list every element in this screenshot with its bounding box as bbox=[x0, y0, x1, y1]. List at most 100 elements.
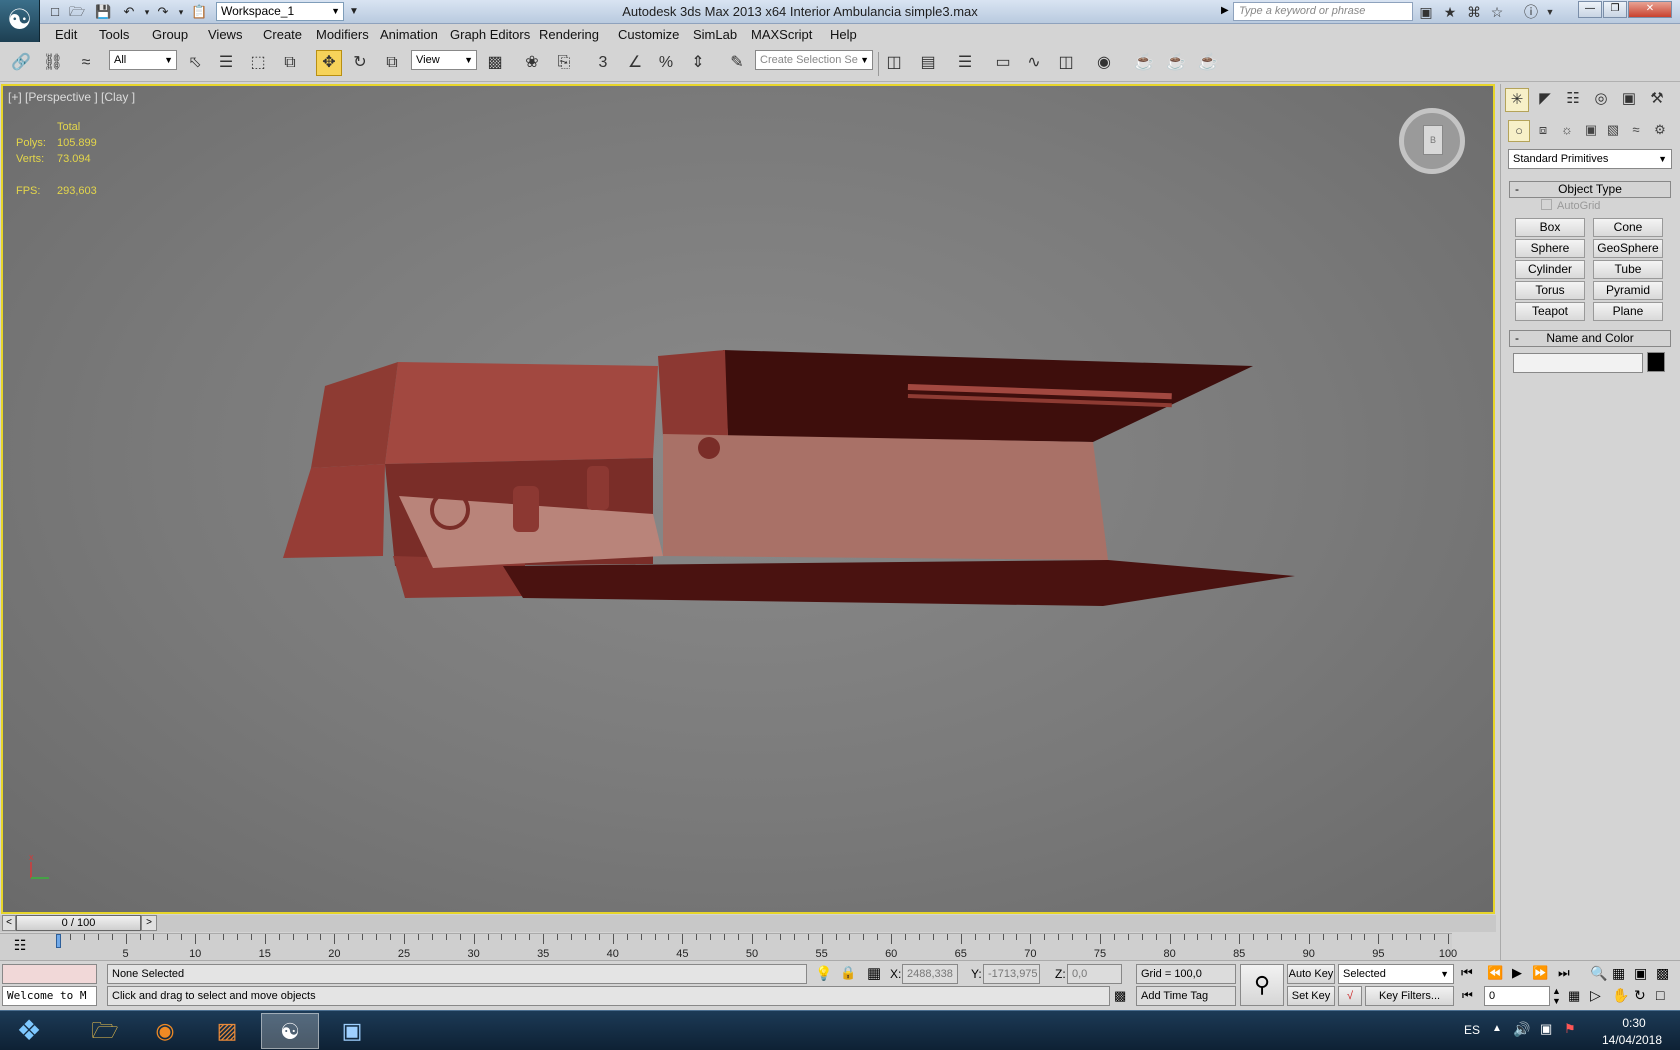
volume-icon[interactable]: 🔊 bbox=[1513, 1021, 1530, 1038]
app-logo-button[interactable]: ☯ bbox=[0, 0, 40, 42]
clock-date[interactable]: 14/04/2018 bbox=[1592, 1033, 1672, 1047]
percent-snap-icon[interactable]: % bbox=[653, 50, 679, 76]
tube-button[interactable]: Tube bbox=[1593, 260, 1663, 279]
window-crossing-icon[interactable]: ⧉ bbox=[277, 50, 303, 76]
pyramid-button[interactable]: Pyramid bbox=[1593, 281, 1663, 300]
quick-access-menu-icon[interactable]: ▼ bbox=[345, 3, 363, 21]
go-to-start-icon[interactable]: ⏮ bbox=[1461, 965, 1473, 981]
maximize-button[interactable]: ❐ bbox=[1603, 1, 1627, 18]
time-slider-thumb[interactable]: 0 / 100 bbox=[16, 915, 141, 931]
zoom-extents-icon[interactable]: ▣ bbox=[1634, 965, 1647, 982]
box-button[interactable]: Box bbox=[1515, 218, 1585, 237]
time-slider[interactable]: < 0 / 100 > bbox=[0, 915, 1496, 932]
link-icon[interactable]: 🔗 bbox=[8, 50, 34, 76]
isolate-selection-icon[interactable]: 💡 bbox=[815, 965, 832, 982]
utilities-tab-icon[interactable]: ⚒ bbox=[1645, 88, 1669, 112]
selection-lock-icon[interactable]: 🔒 bbox=[840, 965, 856, 981]
search-input[interactable]: Type a keyword or phrase bbox=[1233, 2, 1413, 21]
render-production-icon[interactable]: ☕ bbox=[1195, 50, 1221, 76]
frame-spinner-icon[interactable]: ▲ ▼ bbox=[1552, 986, 1561, 1006]
teapot-button[interactable]: Teapot bbox=[1515, 302, 1585, 321]
help-dropdown-icon[interactable]: ▼ bbox=[1540, 3, 1560, 21]
torus-button[interactable]: Torus bbox=[1515, 281, 1585, 300]
curve-editor-mini-icon[interactable]: ☷ bbox=[8, 937, 32, 957]
select-object-icon[interactable]: ⬁ bbox=[182, 50, 208, 76]
cone-button[interactable]: Cone bbox=[1593, 218, 1663, 237]
display-tab-icon[interactable]: ▣ bbox=[1617, 88, 1641, 112]
geosphere-button[interactable]: GeoSphere bbox=[1593, 239, 1663, 258]
create-tab-icon[interactable]: ✳ bbox=[1505, 88, 1529, 112]
passenger-seat[interactable] bbox=[587, 466, 609, 510]
orbit-icon[interactable]: ↻ bbox=[1634, 987, 1646, 1004]
menu-create[interactable]: Create bbox=[263, 27, 302, 42]
maxscript-mini-listener[interactable]: Welcome to M bbox=[2, 986, 97, 1006]
menu-help[interactable]: Help bbox=[830, 27, 857, 42]
selection-filter-dropdown[interactable]: All ▼ bbox=[109, 50, 177, 70]
snaps-toggle-icon[interactable]: 3 bbox=[590, 50, 616, 76]
y-coord-field[interactable]: -1713,975 bbox=[983, 964, 1040, 984]
menu-modifiers[interactable]: Modifiers bbox=[316, 27, 369, 42]
x-coord-field[interactable]: 2488,338 bbox=[902, 964, 958, 984]
track-bar-ruler[interactable]: 5 10 15 20 25 30 35 40 45 50 55 60 65 70 75 80 85 90 95 100 bbox=[56, 934, 1457, 960]
render-setup-icon[interactable]: ☕ bbox=[1131, 50, 1157, 76]
hierarchy-tab-icon[interactable]: ☷ bbox=[1561, 88, 1585, 112]
reference-coordinate-dropdown[interactable]: View ▼ bbox=[411, 50, 477, 70]
mirror-icon[interactable]: ◫ bbox=[881, 50, 907, 76]
set-keys-icon[interactable]: ⚲ bbox=[1240, 964, 1284, 1006]
named-selection-dropdown[interactable]: Create Selection Se ▼ bbox=[755, 50, 873, 70]
ambulance-model[interactable] bbox=[3, 86, 1493, 912]
key-mode-toggle-icon[interactable]: ⏮ bbox=[1462, 988, 1473, 1003]
zoom-icon[interactable]: 🔍 bbox=[1590, 965, 1607, 982]
object-color-swatch[interactable] bbox=[1647, 352, 1665, 372]
3ds-max-taskbar-icon[interactable]: ☯ bbox=[261, 1013, 319, 1049]
perspective-viewport[interactable]: [+] [Perspective ] [Clay ] Total Polys: … bbox=[1, 84, 1495, 914]
bind-space-warp-icon[interactable]: ≈ bbox=[73, 50, 99, 76]
action-center-icon[interactable]: ⚑ bbox=[1564, 1021, 1576, 1037]
subscription-icon[interactable]: ★ bbox=[1440, 3, 1460, 21]
autogrid-checkbox[interactable] bbox=[1541, 199, 1552, 210]
binoculars-icon[interactable]: ▣ bbox=[1416, 3, 1436, 21]
shapes-icon[interactable]: ⧈ bbox=[1532, 120, 1554, 142]
key-curve-icon[interactable]: √ bbox=[1338, 986, 1362, 1006]
minimize-button[interactable]: — bbox=[1578, 1, 1602, 18]
modify-tab-icon[interactable]: ◤ bbox=[1533, 88, 1557, 112]
photo-viewer-icon[interactable]: ▣ bbox=[323, 1013, 381, 1049]
lights-icon[interactable]: ☼ bbox=[1556, 120, 1578, 142]
key-mode-dropdown[interactable]: Selected ▼ bbox=[1338, 964, 1454, 984]
object-type-rollout[interactable]: - Object Type bbox=[1509, 181, 1671, 198]
z-coord-field[interactable]: 0,0 bbox=[1067, 964, 1122, 984]
material-editor-icon[interactable]: ◉ bbox=[1091, 50, 1117, 76]
curve-editor-icon[interactable]: ∿ bbox=[1021, 50, 1047, 76]
redo-dropdown-icon[interactable]: ▾ bbox=[172, 3, 190, 21]
close-button[interactable]: ✕ bbox=[1628, 1, 1672, 18]
play-icon[interactable]: ▶ bbox=[1512, 965, 1522, 981]
firefox-icon[interactable]: ◉ bbox=[136, 1013, 194, 1049]
systems-icon[interactable]: ⚙ bbox=[1649, 120, 1671, 142]
workspace-dropdown[interactable]: Workspace_1 ▼ bbox=[216, 2, 344, 21]
search-expand-icon[interactable]: ▶ bbox=[1221, 5, 1229, 16]
unlink-icon[interactable]: ⛓ bbox=[40, 50, 66, 76]
file-explorer-icon[interactable]: 🗁 bbox=[76, 1013, 134, 1049]
help-icon[interactable]: ⓘ bbox=[1521, 3, 1541, 21]
menu-views[interactable]: Views bbox=[208, 27, 242, 42]
cylinder-button[interactable]: Cylinder bbox=[1515, 260, 1585, 279]
spinner-snap-icon[interactable]: ⇕ bbox=[685, 50, 711, 76]
align-icon[interactable]: ▤ bbox=[915, 50, 941, 76]
input-language[interactable]: ES bbox=[1464, 1023, 1480, 1037]
select-manipulate-icon[interactable]: ❀ bbox=[519, 50, 545, 76]
absolute-mode-icon[interactable]: ▦ bbox=[867, 964, 881, 982]
project-folder-icon[interactable]: 📋 bbox=[190, 3, 208, 21]
edit-named-selection-icon[interactable]: ✎ bbox=[724, 50, 750, 76]
cab-bumper[interactable] bbox=[283, 464, 385, 558]
box-partition[interactable] bbox=[658, 350, 728, 436]
menu-customize[interactable]: Customize bbox=[618, 27, 679, 42]
geometry-icon[interactable]: ○ bbox=[1508, 120, 1530, 142]
undo-icon[interactable]: ↶ bbox=[120, 3, 138, 21]
time-configuration-icon[interactable]: ▦ bbox=[1568, 988, 1580, 1004]
rendered-frame-window-icon[interactable]: ☕ bbox=[1163, 50, 1189, 76]
open-file-icon[interactable]: 🗁 bbox=[68, 3, 86, 21]
favorites-icon[interactable]: ☆ bbox=[1487, 3, 1507, 21]
clock-time[interactable]: 0:30 bbox=[1604, 1016, 1664, 1030]
pivot-center-icon[interactable]: ▩ bbox=[482, 50, 508, 76]
rectangular-selection-icon[interactable]: ⬚ bbox=[245, 50, 271, 76]
